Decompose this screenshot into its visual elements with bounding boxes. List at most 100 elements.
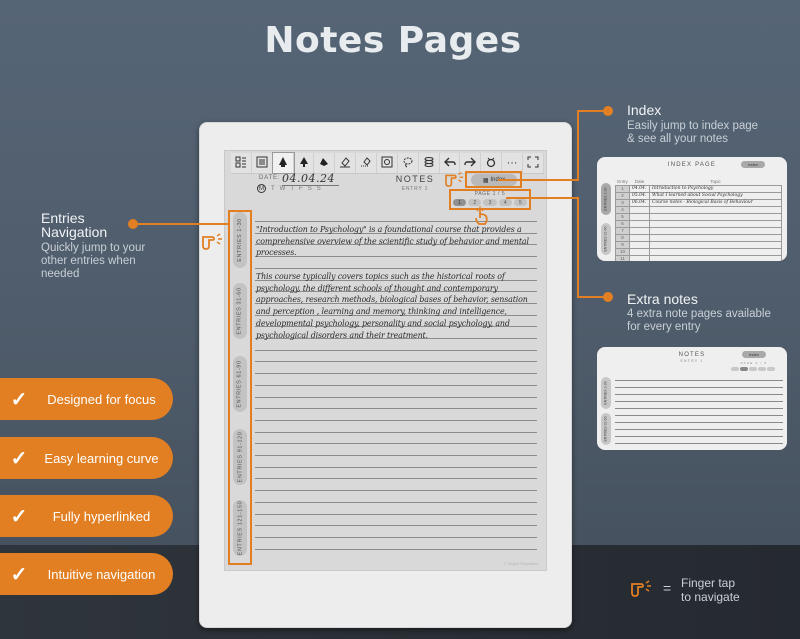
index-header-entry: Entry xyxy=(617,179,628,185)
ruled-line xyxy=(255,431,537,433)
notes-preview-index-button[interactable]: Index xyxy=(742,351,766,358)
extra-notes-description: 4 extra note pages available for every e… xyxy=(627,308,771,333)
index-row[interactable]: 8 xyxy=(615,233,782,242)
index-entry-date xyxy=(629,254,650,261)
index-row[interactable]: 10 xyxy=(615,247,782,256)
marker-icon xyxy=(318,156,330,171)
notes-preview-pager xyxy=(731,367,775,371)
screenshot-icon xyxy=(381,156,393,171)
index-entry-number: 3 xyxy=(615,198,630,207)
toolbar-ai-assistant-button[interactable] xyxy=(481,153,503,173)
index-row[interactable]: 9 xyxy=(615,240,782,249)
page-tab-4[interactable]: 4 xyxy=(498,199,512,206)
index-entry-number: 7 xyxy=(615,226,630,235)
index-preview-button[interactable]: Index xyxy=(741,161,765,168)
index-entry-number: 9 xyxy=(615,240,630,249)
notes-preview-side-tab[interactable]: ENTRIES 31-60 xyxy=(601,413,611,445)
notes-preview-side-tab[interactable]: ENTRIES 1-30 xyxy=(601,377,611,409)
index-preview-side-tab[interactable]: ENTRIES 31-60 xyxy=(601,223,611,255)
toolbar-pen-tool-button[interactable] xyxy=(271,152,295,174)
date-label: DATE: xyxy=(259,175,281,181)
side-tab-entries[interactable]: ENTRIES 91-120 xyxy=(233,429,247,485)
index-row[interactable]: 2 05.04. What I learned about Social Psych… xyxy=(615,191,782,200)
toolbar-more-button[interactable]: ··· xyxy=(502,153,524,173)
lasso-icon xyxy=(402,156,414,171)
index-entry-date: 04.04. xyxy=(629,184,650,193)
weekday-6[interactable]: S xyxy=(317,186,321,193)
feature-label: Fully hyperlinked xyxy=(52,508,151,524)
index-row[interactable]: 5 xyxy=(615,212,782,221)
toolbar-brush-button[interactable] xyxy=(294,153,315,173)
index-entry-number: 10 xyxy=(615,247,630,256)
weekday-0[interactable]: M xyxy=(257,184,266,193)
weekday-5[interactable]: S xyxy=(308,186,312,193)
toolbar-lasso-button[interactable] xyxy=(398,153,419,173)
note-paragraph-1[interactable]: "Introduction to Psychology" is a founda… xyxy=(256,224,538,259)
feature-pill: ✓ Intuitive navigation xyxy=(0,553,173,595)
feature-pill: ✓ Fully hyperlinked xyxy=(0,495,173,537)
toolbar-marker-button[interactable] xyxy=(314,153,336,173)
note-paragraph-2[interactable]: This course typically covers topics such… xyxy=(256,271,538,341)
extra-notes-title: Extra notes xyxy=(627,291,698,307)
ai-assistant-icon xyxy=(485,156,497,171)
toolbar-layers-button[interactable] xyxy=(419,153,440,173)
layers-icon xyxy=(423,156,435,171)
page-title: Notes Pages xyxy=(264,20,522,61)
index-entry-topic xyxy=(649,254,782,261)
entries-nav-description: Quickly jump to your other entries when … xyxy=(41,242,146,280)
ruled-line xyxy=(255,267,537,269)
index-entry-number: 8 xyxy=(615,233,630,242)
feature-label: Intuitive navigation xyxy=(47,566,156,582)
page-tab-1[interactable]: 1 xyxy=(453,199,467,206)
index-preview-side-tab[interactable]: ENTRIES 1-30 xyxy=(601,183,611,215)
list-icon xyxy=(256,156,268,171)
page-tab-2[interactable]: 2 xyxy=(468,199,482,206)
page-tab-5[interactable]: 5 xyxy=(513,199,528,206)
toolbar-list-button[interactable] xyxy=(252,153,273,173)
weekday-1[interactable]: T xyxy=(271,186,275,193)
index-entry-date xyxy=(629,205,650,214)
index-row[interactable]: 6 xyxy=(615,219,782,228)
ruled-line xyxy=(615,422,783,423)
index-description: Easily jump to index page & see all your… xyxy=(627,120,759,145)
side-tab-entries[interactable]: ENTRIES 61-90 xyxy=(233,356,247,412)
index-entry-topic xyxy=(649,219,782,228)
side-tab-label: ENTRIES 61-90 xyxy=(237,360,244,408)
toolbar-selection-eraser-button[interactable] xyxy=(356,153,378,173)
index-entry-date: 05.04. xyxy=(629,191,650,200)
entries-nav-title: Entries Navigation xyxy=(41,210,108,240)
index-row[interactable]: 7 xyxy=(615,226,782,235)
index-entry-topic xyxy=(649,240,782,249)
index-row[interactable]: 3 06.04. Course notes - Biological Basis o… xyxy=(615,198,782,207)
ruled-line xyxy=(615,429,783,430)
index-row[interactable]: 1 04.04. Introduction to Psychology xyxy=(615,184,782,193)
weekday-3[interactable]: T xyxy=(290,186,294,193)
weekday-4[interactable]: F xyxy=(299,186,303,193)
side-tab-entries[interactable]: ENTRIES 31-60 xyxy=(233,283,247,339)
ruled-line xyxy=(615,443,783,444)
brush-icon xyxy=(298,156,310,171)
toolbar-fullscreen-button[interactable] xyxy=(523,153,544,173)
index-page-preview: INDEX PAGE Index ENTRIES 1-30 ENTRIES 31… xyxy=(597,157,787,261)
side-tab-label: ENTRIES 121-150 xyxy=(237,500,243,556)
weekday-2[interactable]: W xyxy=(280,186,286,193)
feature-label: Designed for focus xyxy=(47,391,156,407)
index-entry-number: 1 xyxy=(615,184,630,193)
index-row[interactable]: 11 xyxy=(615,254,782,261)
date-value[interactable]: 04.04.24 xyxy=(282,172,339,186)
callout-line xyxy=(577,110,579,181)
side-tab-entries[interactable]: ENTRIES 1-30 xyxy=(233,212,247,268)
page-tab-3[interactable]: 3 xyxy=(483,199,497,206)
finger-tap-icon xyxy=(631,580,651,597)
finger-tap-icon xyxy=(445,172,464,188)
toolbar-screenshot-button[interactable] xyxy=(377,153,398,173)
toolbar-eraser-button[interactable] xyxy=(335,153,357,173)
side-tab-label: ENTRIES 91-120 xyxy=(237,431,244,483)
eraser-icon xyxy=(339,156,351,171)
toolbar-layout-grid-button[interactable] xyxy=(231,153,252,173)
callout-dot xyxy=(603,292,613,302)
index-row[interactable]: 4 xyxy=(615,205,782,214)
side-tab-entries[interactable]: ENTRIES 121-150 xyxy=(233,500,247,556)
finger-tap-icon xyxy=(475,206,488,225)
ruled-line xyxy=(255,501,537,503)
